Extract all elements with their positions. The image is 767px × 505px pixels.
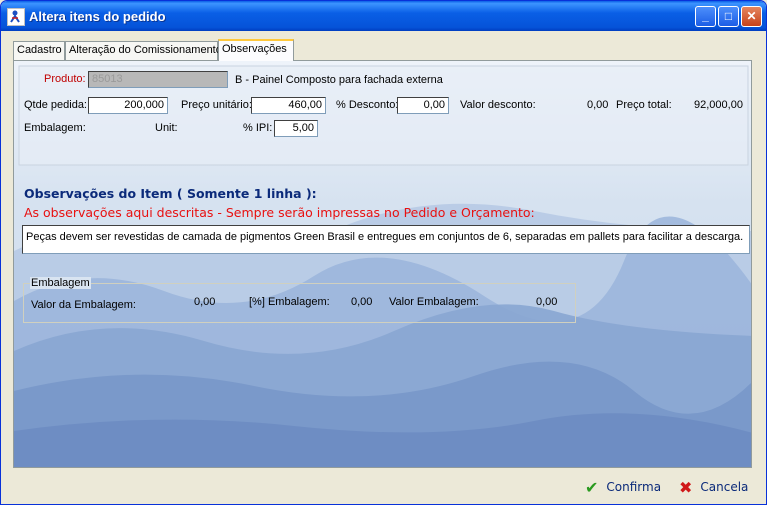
title-bar[interactable]: Altera itens do pedido _ □ ✕ (1, 1, 766, 31)
mountain-background (14, 61, 751, 467)
minimize-icon: _ (702, 9, 709, 23)
produto-label: Produto: (44, 73, 86, 85)
produto-description: B - Painel Composto para fachada externa (235, 74, 443, 86)
tab-comissionamento[interactable]: Alteração do Comissionamento (65, 41, 222, 60)
qtde-label: Qtde pedida: (24, 99, 87, 111)
produto-code-field: 85013 (88, 71, 228, 88)
desconto-label: % Desconto: (336, 99, 399, 111)
embalagem-group-caption: Embalagem (30, 277, 91, 289)
embalagem-label: Embalagem: (24, 122, 86, 134)
pct-embalagem-label: [%] Embalagem: (249, 296, 330, 308)
minimize-button[interactable]: _ (695, 6, 716, 27)
checkmark-icon: ✔ (585, 477, 599, 497)
pct-embalagem-value: 0,00 (351, 296, 373, 308)
x-icon: ✖ (679, 477, 693, 497)
observacoes-title: Observações do Item ( Somente 1 linha ): (24, 186, 317, 201)
preco-unitario-field[interactable]: 460,00 (251, 97, 326, 114)
valor-desconto-value: 0,00 (587, 99, 609, 111)
desconto-field[interactable]: 0,00 (397, 97, 449, 114)
preco-total-label: Preço total: (616, 99, 672, 111)
valor-desconto-label: Valor desconto: (460, 99, 536, 111)
tab-comissionamento-label: Alteração do Comissionamento (69, 44, 222, 56)
observacoes-subtitle: As observações aqui descritas - Sempre s… (24, 205, 535, 220)
close-icon: ✕ (746, 9, 757, 23)
unit-label: Unit: (155, 122, 178, 134)
embalagem-groupbox: Embalagem Valor da Embalagem: 0,00 [%] E… (23, 277, 576, 323)
close-button[interactable]: ✕ (741, 6, 762, 27)
cancela-button[interactable]: ✖ Cancela (679, 477, 748, 497)
valor-embalagem-label: Valor da Embalagem: (31, 299, 136, 311)
maximize-button[interactable]: □ (718, 6, 739, 27)
ipi-field[interactable]: 5,00 (274, 120, 318, 137)
valor-emb-value: 0,00 (536, 296, 558, 308)
cancela-label: Cancela (700, 480, 749, 494)
preco-unitario-label: Preço unitário: (181, 99, 252, 111)
window-title: Altera itens do pedido (29, 9, 166, 24)
tab-observacoes-label: Observações (222, 43, 287, 55)
tab-cadastro[interactable]: Cadastro (13, 41, 65, 60)
confirma-label: Confirma (606, 480, 662, 494)
confirma-button[interactable]: ✔ Confirma (585, 477, 661, 497)
client-area: Cadastro Alteração do Comissionamento Ob… (4, 31, 763, 501)
tab-observacoes[interactable]: Observações (218, 39, 294, 61)
dialog-window: Altera itens do pedido _ □ ✕ Cadastro Al… (0, 0, 767, 505)
observacoes-input[interactable]: Peças devem ser revestidas de camada de … (22, 225, 750, 254)
qtde-field[interactable]: 200,000 (88, 97, 168, 114)
ipi-label: % IPI: (243, 122, 273, 134)
tab-cadastro-label: Cadastro (17, 44, 62, 56)
app-icon[interactable] (7, 8, 25, 26)
preco-total-value: 92,000,00 (694, 99, 743, 111)
valor-embalagem-value: 0,00 (194, 296, 216, 308)
valor-emb-label: Valor Embalagem: (389, 296, 479, 308)
maximize-icon: □ (724, 9, 733, 23)
tab-panel: Produto: 85013 B - Painel Composto para … (13, 60, 752, 468)
